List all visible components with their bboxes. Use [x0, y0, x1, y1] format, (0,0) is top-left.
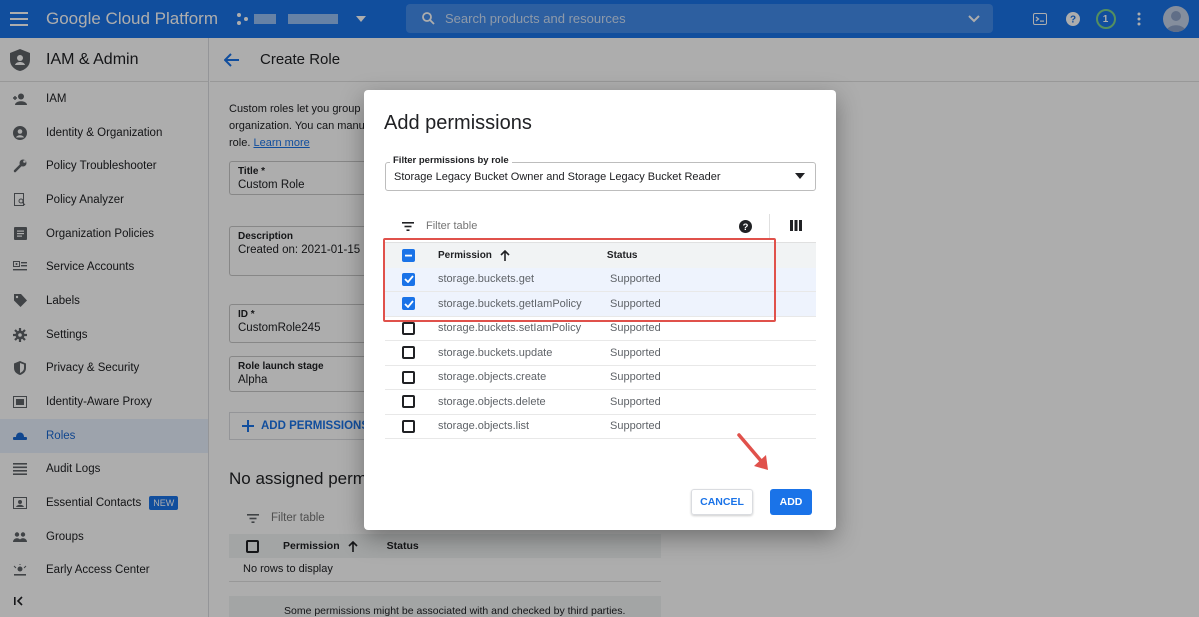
- svg-text:?: ?: [743, 222, 749, 233]
- permission-status: Supported: [610, 395, 661, 408]
- permission-name: storage.objects.create: [438, 371, 547, 384]
- permission-name: storage.buckets.update: [438, 346, 553, 359]
- column-display-icon[interactable]: [790, 220, 802, 231]
- table-filter-input[interactable]: Filter table: [426, 220, 477, 232]
- table-row[interactable]: storage.objects.delete Supported: [385, 390, 816, 415]
- permission-status: Supported: [610, 371, 661, 384]
- permission-status: Supported: [610, 346, 661, 359]
- permission-name: storage.objects.list: [438, 420, 530, 433]
- permission-name: storage.objects.delete: [438, 395, 546, 408]
- unchecked-checkbox[interactable]: [402, 395, 415, 409]
- unchecked-checkbox[interactable]: [402, 370, 415, 384]
- permission-name: storage.buckets.setIamPolicy: [438, 322, 582, 335]
- role-filter-select[interactable]: Storage Legacy Bucket Owner and Storage …: [385, 162, 816, 191]
- table-row[interactable]: storage.objects.create Supported: [385, 366, 816, 390]
- dialog-title: Add permissions: [384, 112, 532, 134]
- permission-status: Supported: [610, 322, 661, 335]
- add-permissions-dialog: Add permissions Storage Legacy Bucket Ow…: [364, 90, 836, 530]
- role-filter-value: Storage Legacy Bucket Owner and Storage …: [394, 170, 721, 183]
- filter-icon: [402, 221, 414, 231]
- annotation-arrow-icon: [737, 433, 768, 470]
- unchecked-checkbox[interactable]: [402, 346, 415, 360]
- divider: [769, 214, 770, 240]
- cancel-button[interactable]: CANCEL: [691, 489, 753, 515]
- help-icon[interactable]: ?: [739, 220, 752, 233]
- permission-status: Supported: [610, 420, 661, 433]
- caret-down-icon: [795, 173, 805, 179]
- table-row[interactable]: storage.buckets.update Supported: [385, 341, 816, 366]
- add-button[interactable]: ADD: [770, 489, 812, 515]
- role-filter-label: Filter permissions by role: [390, 155, 512, 166]
- annotation-highlight-box: [383, 238, 776, 322]
- unchecked-checkbox[interactable]: [402, 321, 415, 335]
- unchecked-checkbox[interactable]: [402, 419, 415, 433]
